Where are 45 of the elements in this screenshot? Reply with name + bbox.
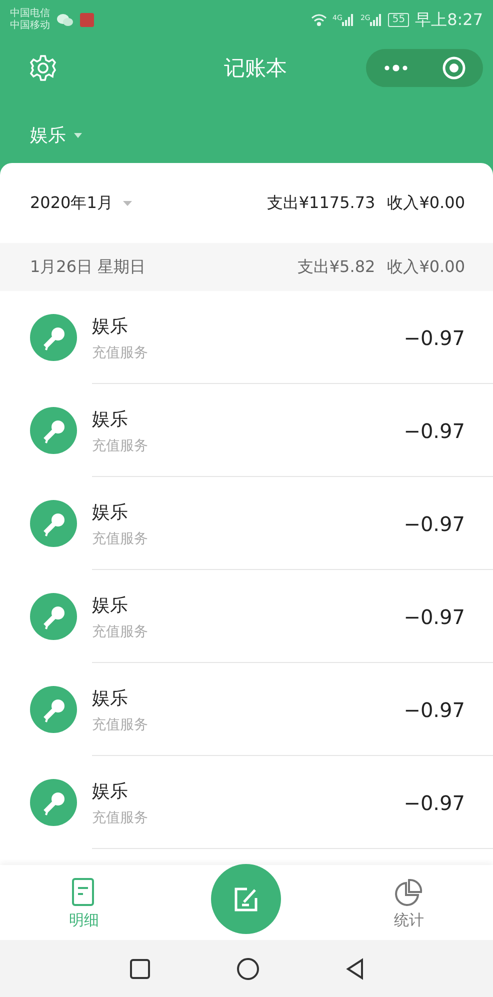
day-expense: 支出¥5.82 bbox=[297, 256, 376, 278]
statistics-tab[interactable]: 统计 bbox=[369, 876, 450, 930]
entry-note: 充值服务 bbox=[92, 808, 148, 826]
entry-note: 充值服务 bbox=[92, 530, 148, 548]
signal-icon bbox=[342, 14, 354, 26]
day-date: 1月26日 星期日 bbox=[30, 256, 146, 278]
chat-icon bbox=[56, 13, 74, 27]
carrier-name: 中国电信 bbox=[10, 8, 50, 20]
entry-note: 充值服务 bbox=[92, 622, 148, 640]
entry-amount: −0.97 bbox=[404, 604, 465, 628]
app-notification-icon bbox=[80, 13, 94, 27]
category-filter[interactable]: 娱乐 bbox=[30, 123, 66, 147]
entry-category: 娱乐 bbox=[92, 408, 129, 430]
entry-amount: −0.97 bbox=[404, 326, 465, 350]
settings-icon[interactable] bbox=[28, 52, 58, 82]
entry-amount: −0.97 bbox=[404, 698, 465, 722]
battery-level: 55 bbox=[388, 13, 410, 27]
caret-icon bbox=[122, 200, 132, 206]
more-icon[interactable] bbox=[382, 64, 409, 72]
entry-amount: −0.97 bbox=[404, 790, 465, 814]
entry-amount: −0.97 bbox=[404, 512, 465, 536]
entry-note: 充值服务 bbox=[92, 436, 148, 454]
entry-category: 娱乐 bbox=[92, 500, 129, 524]
back-icon[interactable] bbox=[344, 958, 364, 980]
entry-note: 充值服务 bbox=[92, 344, 148, 362]
home-icon[interactable] bbox=[236, 956, 260, 980]
wifi-icon bbox=[310, 14, 327, 26]
entry-category: 娱乐 bbox=[92, 314, 129, 338]
entry-category: 娱乐 bbox=[92, 780, 129, 802]
entry-category: 娱乐 bbox=[92, 686, 129, 710]
month-selector[interactable]: 2020年1月 bbox=[30, 192, 113, 214]
close-icon[interactable] bbox=[442, 56, 466, 80]
signal-icon bbox=[370, 14, 382, 26]
caret-icon bbox=[74, 132, 82, 138]
month-income: 收入¥0.00 bbox=[387, 192, 465, 214]
entry-note: 充值服务 bbox=[92, 716, 148, 734]
carrier-name: 中国移动 bbox=[10, 20, 50, 32]
entry-category: 娱乐 bbox=[92, 594, 129, 616]
details-tab[interactable]: 明细 bbox=[44, 876, 124, 930]
recents-icon[interactable] bbox=[128, 958, 150, 980]
clock-time: 早上8:27 bbox=[415, 10, 483, 30]
entry-amount: −0.97 bbox=[404, 418, 465, 442]
month-expense: 支出¥1175.73 bbox=[266, 192, 376, 214]
app-title: 记账本 bbox=[224, 54, 287, 82]
day-income: 收入¥0.00 bbox=[387, 256, 465, 278]
